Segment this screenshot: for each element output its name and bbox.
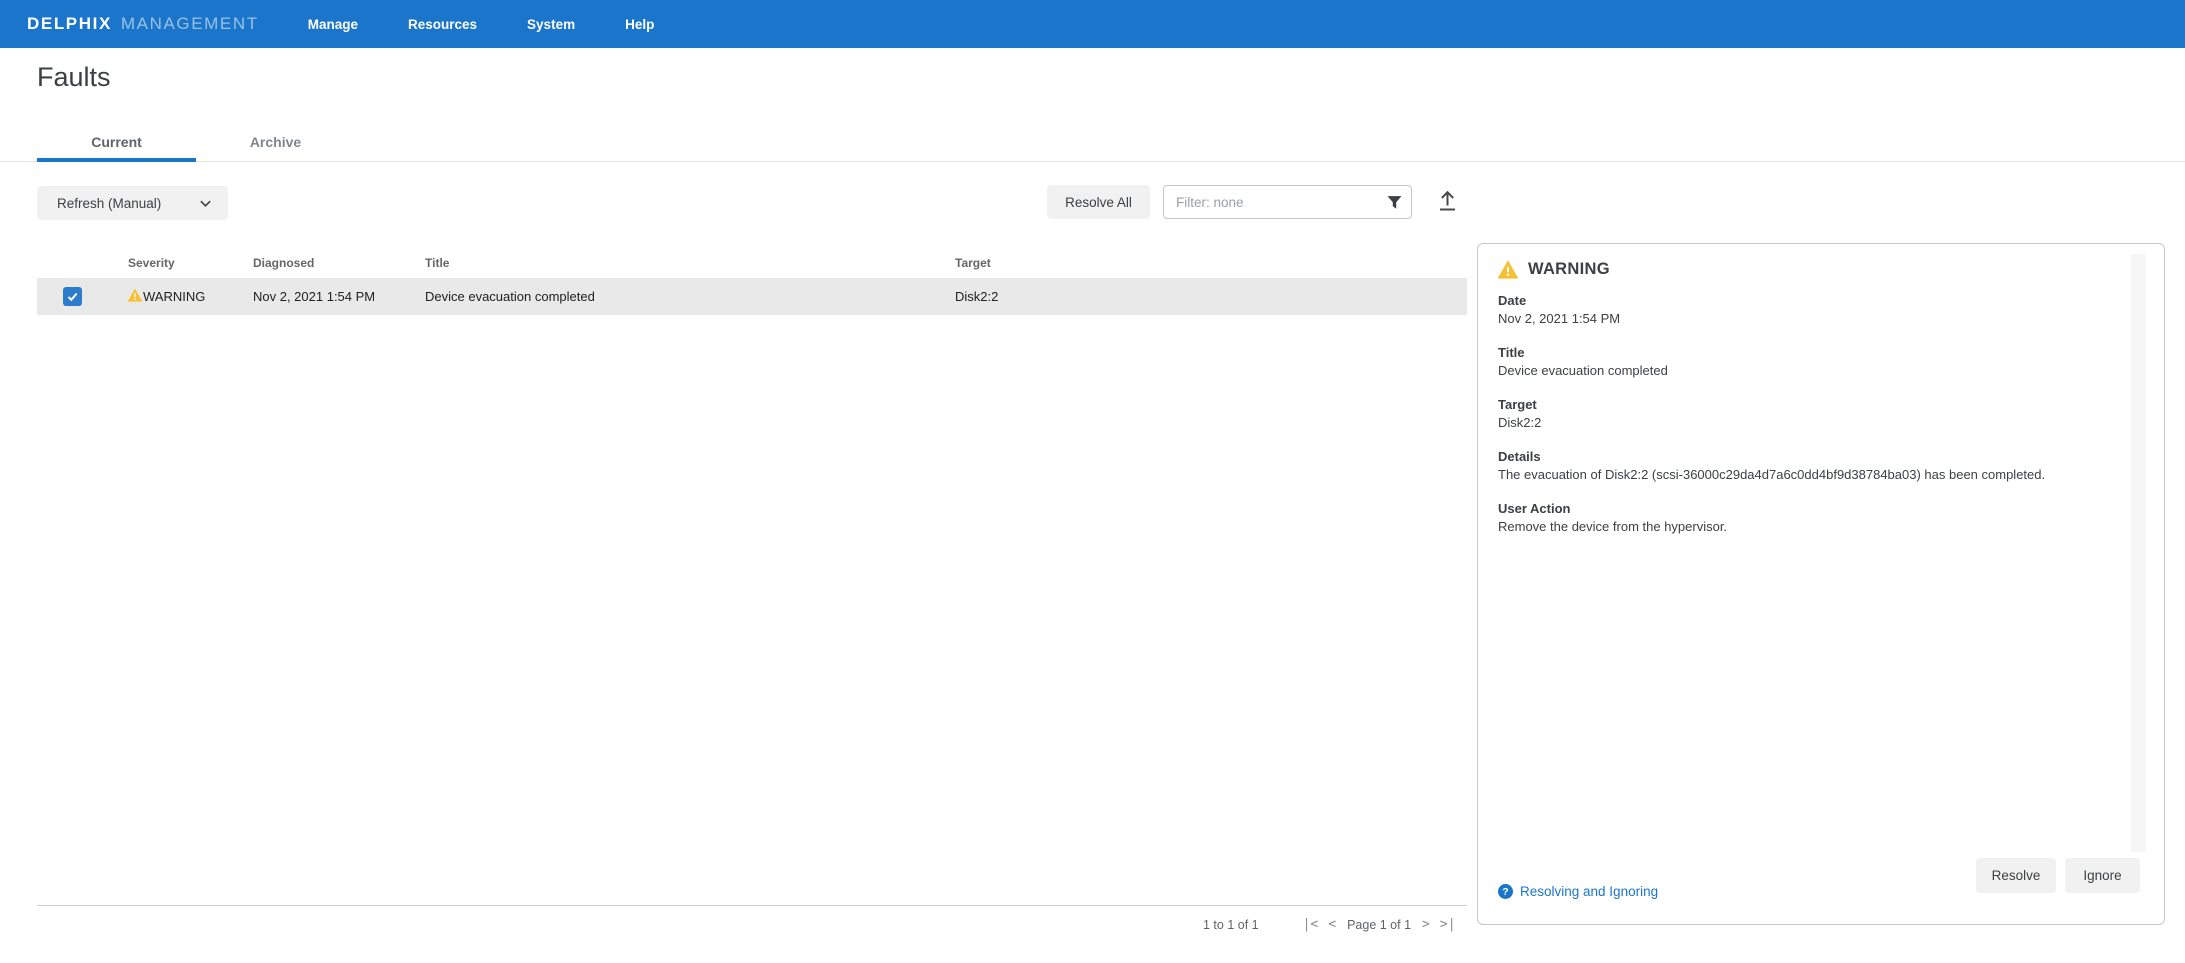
field-date-label: Date: [1498, 292, 2144, 310]
pagination-range: 1 to 1 of 1: [1203, 918, 1259, 932]
filter-funnel-icon[interactable]: [1387, 195, 1402, 210]
row-checkbox[interactable]: [63, 287, 82, 306]
refresh-dropdown-label: Refresh (Manual): [57, 196, 161, 211]
help-question-icon: ?: [1498, 884, 1513, 899]
column-header-title: Title: [425, 256, 449, 270]
filter-field-wrap: [1163, 185, 1412, 219]
field-user-action: User Action Remove the device from the h…: [1498, 500, 2144, 536]
warning-icon: [1498, 261, 1518, 279]
field-title-label: Title: [1498, 344, 2144, 362]
refresh-dropdown[interactable]: Refresh (Manual): [37, 186, 228, 220]
brand-secondary: MANAGEMENT: [121, 14, 259, 34]
tab-archive[interactable]: Archive: [196, 120, 355, 162]
pagination: 1 to 1 of 1 |< < Page 1 of 1 > >|: [1203, 915, 1461, 934]
filter-input[interactable]: [1163, 185, 1412, 219]
resolve-all-button[interactable]: Resolve All: [1047, 185, 1150, 219]
pagination-page-label: Page 1 of 1: [1347, 918, 1411, 932]
table-row[interactable]: WARNING Nov 2, 2021 1:54 PM Device evacu…: [37, 278, 1467, 315]
tab-current[interactable]: Current: [37, 120, 196, 162]
panel-header: WARNING: [1498, 260, 2144, 279]
field-details-value: The evacuation of Disk2:2 (scsi-36000c29…: [1498, 466, 2144, 484]
help-link-label: Resolving and Ignoring: [1520, 884, 1658, 899]
panel-severity-title: WARNING: [1528, 260, 1610, 279]
page-title: Faults: [37, 62, 111, 93]
field-title-value: Device evacuation completed: [1498, 362, 2144, 380]
field-target-value: Disk2:2: [1498, 414, 2144, 432]
nav-item-manage[interactable]: Manage: [295, 11, 371, 38]
field-date: Date Nov 2, 2021 1:54 PM: [1498, 292, 2144, 328]
next-page-icon[interactable]: >: [1417, 915, 1435, 934]
nav-menu: Manage Resources System Help: [295, 11, 692, 38]
table-bottom-divider: [37, 905, 1467, 906]
field-user-action-value: Remove the device from the hypervisor.: [1498, 518, 2144, 536]
export-icon[interactable]: [1435, 187, 1460, 217]
faults-page: DELPHIX MANAGEMENT Manage Resources Syst…: [0, 0, 2185, 963]
nav-item-resources[interactable]: Resources: [395, 11, 490, 38]
top-nav: DELPHIX MANAGEMENT Manage Resources Syst…: [0, 0, 2185, 48]
row-diagnosed-cell: Nov 2, 2021 1:54 PM: [253, 289, 375, 304]
column-header-severity: Severity: [128, 256, 175, 270]
toolbar-right: Resolve All: [1047, 185, 1460, 219]
panel-action-buttons: Resolve Ignore: [1976, 858, 2140, 893]
nav-item-system[interactable]: System: [514, 11, 588, 38]
column-header-diagnosed: Diagnosed: [253, 256, 314, 270]
faults-table: Severity Diagnosed Title Target WARNING …: [37, 250, 1467, 315]
field-date-value: Nov 2, 2021 1:54 PM: [1498, 310, 2144, 328]
delphix-logo[interactable]: DELPHIX MANAGEMENT: [27, 14, 259, 34]
brand-primary: DELPHIX: [27, 14, 112, 34]
nav-item-help[interactable]: Help: [612, 11, 667, 38]
field-details-label: Details: [1498, 448, 2144, 466]
last-page-icon[interactable]: >|: [1435, 915, 1461, 934]
panel-scrollbar[interactable]: [2131, 254, 2146, 852]
column-header-target: Target: [955, 256, 991, 270]
field-target: Target Disk2:2: [1498, 396, 2144, 432]
field-title: Title Device evacuation completed: [1498, 344, 2144, 380]
chevron-down-icon: [199, 197, 212, 210]
field-user-action-label: User Action: [1498, 500, 2144, 518]
check-icon: [66, 290, 79, 303]
row-target-cell: Disk2:2: [955, 289, 998, 304]
field-target-label: Target: [1498, 396, 2144, 414]
tab-bar: Current Archive: [0, 120, 2185, 162]
row-checkbox-cell: [63, 287, 82, 306]
warning-icon: [128, 289, 142, 302]
resolving-ignoring-link[interactable]: ? Resolving and Ignoring: [1498, 884, 1658, 899]
row-severity-text: WARNING: [143, 289, 205, 304]
ignore-button[interactable]: Ignore: [2065, 858, 2140, 893]
resolve-button[interactable]: Resolve: [1976, 858, 2056, 893]
field-details: Details The evacuation of Disk2:2 (scsi-…: [1498, 448, 2144, 484]
row-severity-cell: WARNING: [128, 289, 205, 304]
prev-page-icon[interactable]: <: [1323, 915, 1341, 934]
table-header-row: Severity Diagnosed Title Target: [37, 250, 1467, 278]
first-page-icon[interactable]: |<: [1298, 915, 1324, 934]
fault-detail-panel: WARNING Date Nov 2, 2021 1:54 PM Title D…: [1477, 243, 2165, 925]
row-title-cell: Device evacuation completed: [425, 289, 595, 304]
